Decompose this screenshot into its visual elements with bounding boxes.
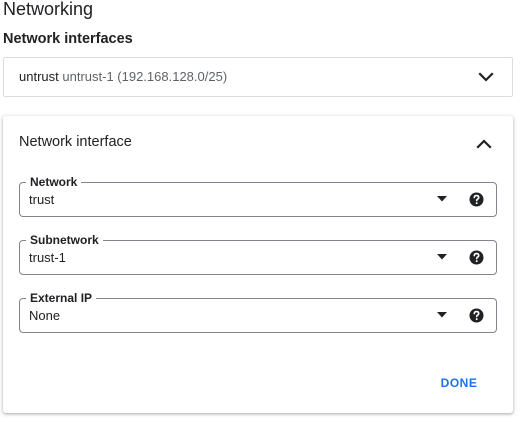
collapsed-interface-summary: untrust untrust-1 (192.168.128.0/25) (19, 69, 227, 85)
chevron-up-icon[interactable] (474, 134, 494, 154)
external-ip-select[interactable]: External IP None (19, 291, 497, 333)
interface-name: untrust (19, 69, 59, 84)
external-ip-value: None (29, 308, 61, 323)
network-select[interactable]: Network trust (19, 175, 497, 217)
dropdown-arrow-icon[interactable] (437, 196, 447, 202)
dropdown-arrow-icon[interactable] (437, 312, 447, 318)
collapsed-interface-row[interactable]: untrust untrust-1 (192.168.128.0/25) (3, 57, 513, 97)
network-value: trust (29, 192, 55, 207)
subnetwork-value: trust-1 (29, 250, 66, 265)
interface-detail: untrust-1 (192.168.128.0/25) (62, 69, 228, 84)
external-ip-label: External IP (26, 291, 97, 305)
done-button[interactable]: DONE (431, 372, 487, 394)
network-interfaces-heading: Network interfaces (3, 31, 133, 47)
subnetwork-label: Subnetwork (26, 233, 103, 247)
help-icon[interactable] (469, 308, 484, 323)
chevron-down-icon[interactable] (476, 67, 496, 87)
card-title: Network interface (19, 134, 132, 150)
help-icon[interactable] (469, 192, 484, 207)
help-icon[interactable] (469, 250, 484, 265)
networking-panel: Networking Network interfaces untrust un… (0, 0, 524, 422)
dropdown-arrow-icon[interactable] (437, 254, 447, 260)
network-interface-card: Network interface Network trust Subnetwo… (3, 116, 513, 413)
section-title: Networking (3, 0, 94, 19)
subnetwork-select[interactable]: Subnetwork trust-1 (19, 233, 497, 275)
network-label: Network (26, 175, 82, 189)
